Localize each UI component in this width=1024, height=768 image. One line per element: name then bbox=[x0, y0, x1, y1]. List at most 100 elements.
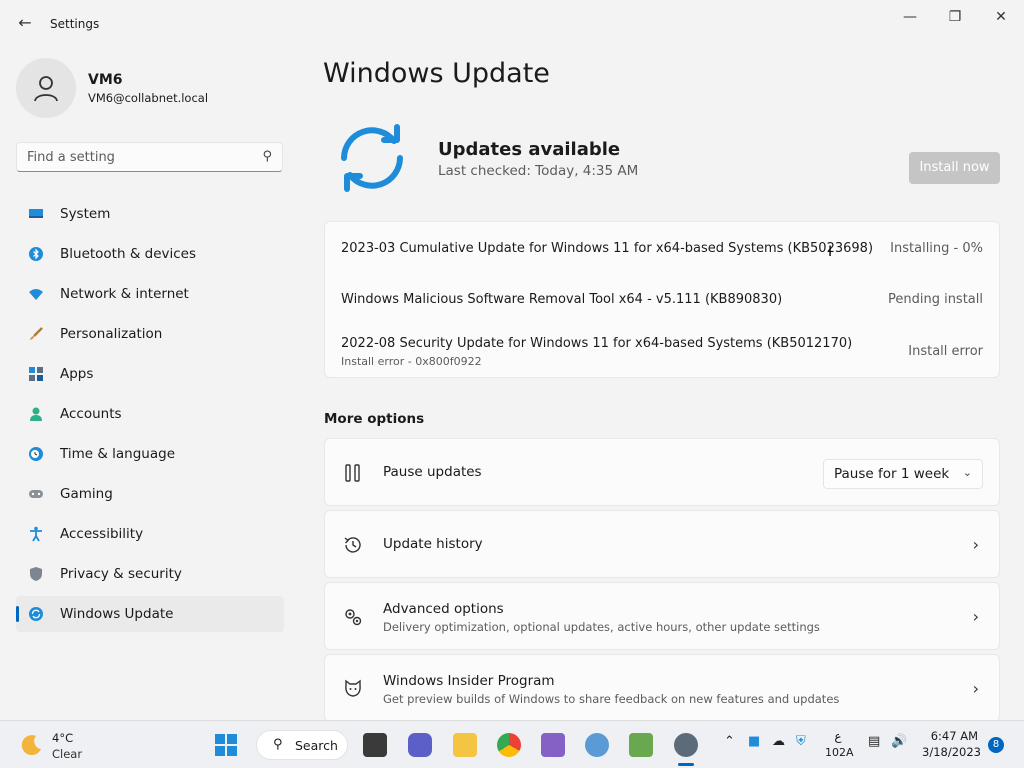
status-title: Updates available bbox=[438, 139, 621, 160]
pause-duration-value: Pause for 1 week bbox=[834, 466, 950, 482]
sidebar-item-windows-update[interactable]: Windows Update bbox=[16, 596, 284, 632]
chevron-up-icon[interactable]: ⌃ bbox=[724, 734, 735, 749]
taskbar-search[interactable]: ⚲ Search bbox=[256, 730, 348, 760]
update-status: Pending install bbox=[887, 292, 983, 307]
sidebar-item-network[interactable]: Network & internet bbox=[16, 276, 284, 312]
notification-badge[interactable]: 8 bbox=[988, 737, 1004, 753]
weather-condition: Clear bbox=[52, 747, 83, 761]
pause-updates-row[interactable]: Pause updates Pause for 1 week ⌄ bbox=[324, 438, 1000, 506]
sidebar-item-system[interactable]: System bbox=[16, 196, 284, 232]
option-title: Update history bbox=[383, 536, 483, 552]
tray-app-icon[interactable]: ■ bbox=[748, 734, 760, 749]
defender-shield-icon[interactable]: ⛨ bbox=[796, 734, 806, 749]
insider-program-row[interactable]: Windows Insider Program Get preview buil… bbox=[324, 654, 1000, 722]
advanced-options-row[interactable]: Advanced options Delivery optimization, … bbox=[324, 582, 1000, 650]
accessibility-icon bbox=[30, 526, 42, 542]
update-name: Windows Malicious Software Removal Tool … bbox=[341, 292, 783, 307]
sidebar-item-privacy[interactable]: Privacy & security bbox=[16, 556, 284, 592]
update-status: Install error bbox=[908, 344, 983, 359]
insider-cat-icon bbox=[345, 679, 361, 697]
brush-icon bbox=[30, 327, 43, 340]
app-title: Settings bbox=[50, 17, 100, 31]
page-title: Windows Update bbox=[323, 58, 550, 89]
clock[interactable]: 6:47 AM 3/18/2023 bbox=[922, 729, 981, 759]
weather-temperature: 4°C bbox=[52, 731, 74, 745]
title-bar: ← Settings — ❐ ✕ bbox=[0, 0, 1024, 48]
update-name: 2023-03 Cumulative Update for Windows 11… bbox=[341, 241, 874, 256]
sidebar-item-bluetooth[interactable]: Bluetooth & devices bbox=[16, 236, 284, 272]
text-cursor-icon: I bbox=[828, 244, 833, 260]
close-icon[interactable]: ✕ bbox=[985, 6, 1017, 28]
search-icon: ⚲ bbox=[262, 149, 272, 164]
search-icon: ⚲ bbox=[273, 737, 283, 752]
chevron-right-icon: › bbox=[972, 679, 979, 698]
onedrive-icon[interactable]: ☁ bbox=[772, 734, 785, 749]
game-app-icon[interactable] bbox=[629, 733, 653, 757]
visual-studio-icon[interactable] bbox=[541, 733, 565, 757]
install-now-button[interactable]: Install now bbox=[909, 152, 1000, 184]
input-language-code[interactable]: 102A bbox=[825, 746, 854, 759]
teams-chat-icon[interactable] bbox=[408, 733, 432, 757]
option-description: Delivery optimization, optional updates,… bbox=[383, 620, 820, 634]
update-name: 2022-08 Security Update for Windows 11 f… bbox=[341, 336, 853, 351]
sidebar-item-label: System bbox=[60, 206, 111, 222]
search-input[interactable]: Find a setting ⚲ bbox=[16, 142, 283, 172]
sidebar-item-label: Network & internet bbox=[60, 286, 189, 302]
active-app-indicator bbox=[678, 763, 694, 766]
option-title: Pause updates bbox=[383, 464, 482, 480]
sidebar-item-time-language[interactable]: Time & language bbox=[16, 436, 284, 472]
restore-icon[interactable]: ❐ bbox=[939, 6, 971, 28]
chevron-down-icon: ⌄ bbox=[962, 466, 972, 479]
sidebar-item-accounts[interactable]: Accounts bbox=[16, 396, 284, 432]
monitor-icon bbox=[29, 209, 43, 218]
user-name: VM6 bbox=[88, 72, 123, 88]
sidebar-item-label: Personalization bbox=[60, 326, 163, 342]
pause-icon bbox=[345, 464, 360, 482]
network-icon[interactable]: ▤ bbox=[868, 734, 880, 749]
updates-list: 2023-03 Cumulative Update for Windows 11… bbox=[324, 221, 1000, 378]
chevron-right-icon: › bbox=[972, 607, 979, 626]
user-email: VM6@collabnet.local bbox=[88, 91, 209, 105]
clock-globe-icon bbox=[29, 447, 43, 461]
taskbar-search-label: Search bbox=[295, 738, 338, 753]
sidebar-item-label: Apps bbox=[60, 366, 94, 382]
active-indicator bbox=[16, 606, 19, 622]
file-explorer-icon[interactable] bbox=[453, 733, 477, 757]
sidebar-item-apps[interactable]: Apps bbox=[16, 356, 284, 392]
start-windows-icon[interactable] bbox=[215, 734, 237, 756]
settings-gear-icon[interactable] bbox=[674, 733, 698, 757]
option-title: Windows Insider Program bbox=[383, 673, 555, 689]
qbittorrent-icon[interactable] bbox=[585, 733, 609, 757]
sidebar-item-gaming[interactable]: Gaming bbox=[16, 476, 284, 512]
apps-icon bbox=[29, 367, 43, 381]
input-language-script[interactable]: ع bbox=[828, 729, 848, 743]
search-placeholder: Find a setting bbox=[27, 150, 115, 165]
weather-moon-icon[interactable] bbox=[20, 733, 44, 757]
taskbar: 4°C Clear ⚲ Search ⌃ ■ ☁ ⛨ ع 102A ▤ 🔊 6:… bbox=[0, 720, 1024, 768]
back-arrow-icon[interactable]: ← bbox=[14, 12, 36, 34]
update-error-detail: Install error - 0x800f0922 bbox=[341, 355, 482, 368]
avatar[interactable] bbox=[16, 58, 76, 118]
sidebar-item-personalization[interactable]: Personalization bbox=[16, 316, 284, 352]
update-icon bbox=[29, 607, 43, 621]
last-checked-text: Last checked: Today, 4:35 AM bbox=[438, 163, 639, 179]
user-icon bbox=[34, 76, 58, 102]
update-history-row[interactable]: Update history › bbox=[324, 510, 1000, 578]
gamepad-icon bbox=[29, 490, 43, 498]
sidebar-item-label: Accessibility bbox=[60, 526, 144, 542]
person-icon bbox=[30, 407, 42, 421]
clock-time: 6:47 AM bbox=[930, 729, 978, 743]
chrome-icon[interactable] bbox=[497, 733, 521, 757]
minimize-icon[interactable]: — bbox=[894, 6, 926, 28]
wifi-icon bbox=[29, 289, 43, 300]
pause-duration-select[interactable]: Pause for 1 week ⌄ bbox=[823, 459, 983, 489]
bluetooth-icon bbox=[29, 247, 43, 261]
update-status: Installing - 0% bbox=[890, 241, 983, 256]
gears-icon bbox=[345, 609, 362, 626]
sync-icon bbox=[341, 124, 403, 192]
volume-icon[interactable]: 🔊 bbox=[891, 734, 907, 749]
sidebar-item-label: Accounts bbox=[60, 406, 122, 422]
sidebar-item-accessibility[interactable]: Accessibility bbox=[16, 516, 284, 552]
chevron-right-icon: › bbox=[972, 535, 979, 554]
task-view-icon[interactable] bbox=[363, 733, 387, 757]
